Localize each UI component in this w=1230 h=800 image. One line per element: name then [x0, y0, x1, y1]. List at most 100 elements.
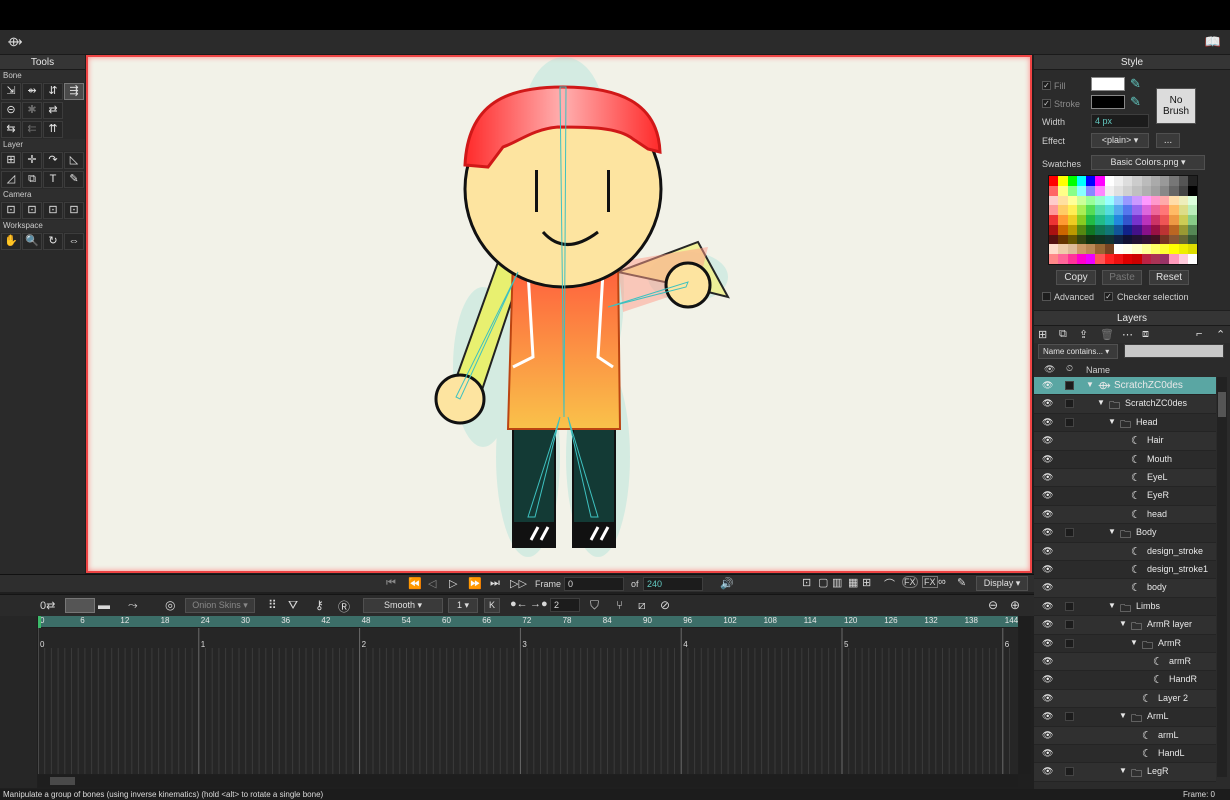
- palette-swatch[interactable]: [1141, 205, 1151, 216]
- palette-swatch[interactable]: [1132, 185, 1142, 196]
- palette-swatch[interactable]: [1104, 176, 1114, 186]
- palette-swatch[interactable]: [1169, 234, 1179, 245]
- zoom-out-icon[interactable]: ⊖: [988, 598, 998, 612]
- palette-swatch[interactable]: [1058, 244, 1068, 255]
- palette-swatch[interactable]: [1123, 234, 1133, 245]
- palette-swatch[interactable]: [1141, 176, 1151, 186]
- palette-swatch[interactable]: [1178, 234, 1188, 245]
- palette-swatch[interactable]: [1132, 215, 1142, 225]
- palette-swatch[interactable]: [1169, 254, 1179, 264]
- palette-swatch[interactable]: [1178, 176, 1188, 186]
- palette-swatch[interactable]: [1067, 185, 1077, 196]
- canvas[interactable]: [86, 55, 1032, 573]
- palette-swatch[interactable]: [1160, 224, 1170, 235]
- palette-swatch[interactable]: [1169, 244, 1179, 255]
- palette-swatch[interactable]: [1141, 195, 1151, 206]
- layer-select-checkbox[interactable]: [1065, 528, 1074, 538]
- palette-swatch[interactable]: [1067, 234, 1077, 245]
- key-icon[interactable]: ⚷: [315, 598, 324, 612]
- palette-swatch[interactable]: [1160, 205, 1170, 216]
- crop-icon[interactable]: ⧄: [638, 598, 646, 613]
- palette-swatch[interactable]: [1178, 254, 1188, 264]
- channels-icon[interactable]: 0⇄: [40, 599, 55, 612]
- workspace-tool-icon[interactable]: ↻: [43, 233, 63, 250]
- palette-swatch[interactable]: [1113, 195, 1123, 206]
- layer-tool-icon[interactable]: ⧉: [22, 171, 42, 188]
- eye-icon[interactable]: 👁: [1042, 398, 1056, 409]
- width-field[interactable]: 4 px: [1091, 114, 1149, 128]
- interp-count-dropdown[interactable]: 1 ▾: [448, 598, 478, 613]
- bone-tool-icon[interactable]: ⇵: [43, 83, 63, 100]
- eye-icon[interactable]: 👁: [1042, 638, 1056, 649]
- fill-checkbox[interactable]: ✓: [1042, 81, 1051, 90]
- palette-swatch[interactable]: [1058, 215, 1068, 225]
- fill-color-swatch[interactable]: [1091, 77, 1125, 91]
- eye-icon[interactable]: 👁: [1042, 674, 1056, 685]
- palette-swatch[interactable]: [1187, 176, 1197, 186]
- palette-swatch[interactable]: [1187, 224, 1197, 235]
- layer-row[interactable]: 👁 ▼ 🗀 ScratchZC0des: [1034, 395, 1216, 414]
- eye-icon[interactable]: 👁: [1042, 766, 1056, 777]
- palette-swatch[interactable]: [1095, 185, 1105, 196]
- palette-swatch[interactable]: [1169, 215, 1179, 225]
- split-view-icon[interactable]: ▥: [832, 576, 842, 589]
- layer-row[interactable]: 👁 ☾ Hair: [1034, 432, 1216, 451]
- palette-swatch[interactable]: [1178, 195, 1188, 206]
- eye-icon[interactable]: 👁: [1042, 472, 1056, 483]
- palette-swatch[interactable]: [1058, 224, 1068, 235]
- layer-row[interactable]: 👁 ▼ 🗀 Head: [1034, 413, 1216, 433]
- palette-swatch[interactable]: [1086, 254, 1096, 264]
- expand-triangle-icon[interactable]: ▼: [1108, 601, 1116, 610]
- palette-swatch[interactable]: [1058, 205, 1068, 216]
- checker-checkbox[interactable]: ✓: [1104, 292, 1113, 301]
- palette-swatch[interactable]: [1076, 224, 1086, 235]
- palette-swatch[interactable]: [1076, 234, 1086, 245]
- paste-button[interactable]: Paste: [1102, 270, 1142, 285]
- delete-layer-icon[interactable]: 🗑: [1100, 328, 1114, 341]
- palette-swatch[interactable]: [1049, 234, 1059, 245]
- palette-swatch[interactable]: [1104, 185, 1114, 196]
- palette-swatch[interactable]: [1141, 234, 1151, 245]
- next-frame-icon[interactable]: ⏩: [468, 577, 482, 590]
- camera-tool-icon[interactable]: ⊡: [43, 202, 63, 219]
- palette-swatch[interactable]: [1187, 254, 1197, 264]
- palette-swatch[interactable]: [1187, 185, 1197, 196]
- layer-select-checkbox[interactable]: [1065, 620, 1074, 630]
- palette-swatch[interactable]: [1104, 195, 1114, 206]
- layer-row[interactable]: 👁 ☾ EyeR: [1034, 487, 1216, 506]
- dots-grid-icon[interactable]: ⠿: [268, 598, 277, 612]
- palette-swatch[interactable]: [1169, 185, 1179, 196]
- palette-swatch[interactable]: [1178, 205, 1188, 216]
- zoom-in-icon[interactable]: ⊕: [1010, 598, 1020, 612]
- palette-swatch[interactable]: [1150, 224, 1160, 235]
- palette-swatch[interactable]: [1076, 185, 1086, 196]
- palette-swatch[interactable]: [1178, 215, 1188, 225]
- palette-swatch[interactable]: [1058, 234, 1068, 245]
- palette-swatch[interactable]: [1123, 254, 1133, 264]
- expand-triangle-icon[interactable]: ▼: [1119, 711, 1127, 720]
- palette-swatch[interactable]: [1169, 195, 1179, 206]
- palette-swatch[interactable]: [1141, 185, 1151, 196]
- palette-swatch[interactable]: [1113, 176, 1123, 186]
- palette-swatch[interactable]: [1113, 244, 1123, 255]
- palette-swatch[interactable]: [1058, 195, 1068, 206]
- workspace-tool-icon[interactable]: ⇔: [64, 233, 84, 250]
- palette-swatch[interactable]: [1086, 224, 1096, 235]
- bone-tool-icon[interactable]: ✱: [22, 102, 42, 119]
- stroke-checkbox[interactable]: ✓: [1042, 99, 1051, 108]
- book-icon[interactable]: 📖: [1204, 34, 1222, 50]
- effect-more-button[interactable]: ...: [1156, 133, 1180, 148]
- layer-tool-icon[interactable]: ⊞: [1, 152, 21, 169]
- palette-swatch[interactable]: [1086, 195, 1096, 206]
- step-forward-icon[interactable]: →●: [530, 598, 548, 610]
- layer-tool-icon[interactable]: T: [43, 171, 63, 188]
- no-marker-icon[interactable]: ⊘: [660, 598, 670, 612]
- palette-swatch[interactable]: [1076, 176, 1086, 186]
- interpolation-dropdown[interactable]: Smooth ▾: [363, 598, 443, 613]
- eye-icon[interactable]: 👁: [1042, 490, 1056, 501]
- palette-swatch[interactable]: [1086, 215, 1096, 225]
- bone-tool-icon[interactable]: ⟴: [6, 34, 24, 50]
- last-frame-icon[interactable]: ▷▷: [510, 577, 527, 590]
- eye-icon[interactable]: 👁: [1042, 656, 1056, 667]
- palette-swatch[interactable]: [1095, 244, 1105, 255]
